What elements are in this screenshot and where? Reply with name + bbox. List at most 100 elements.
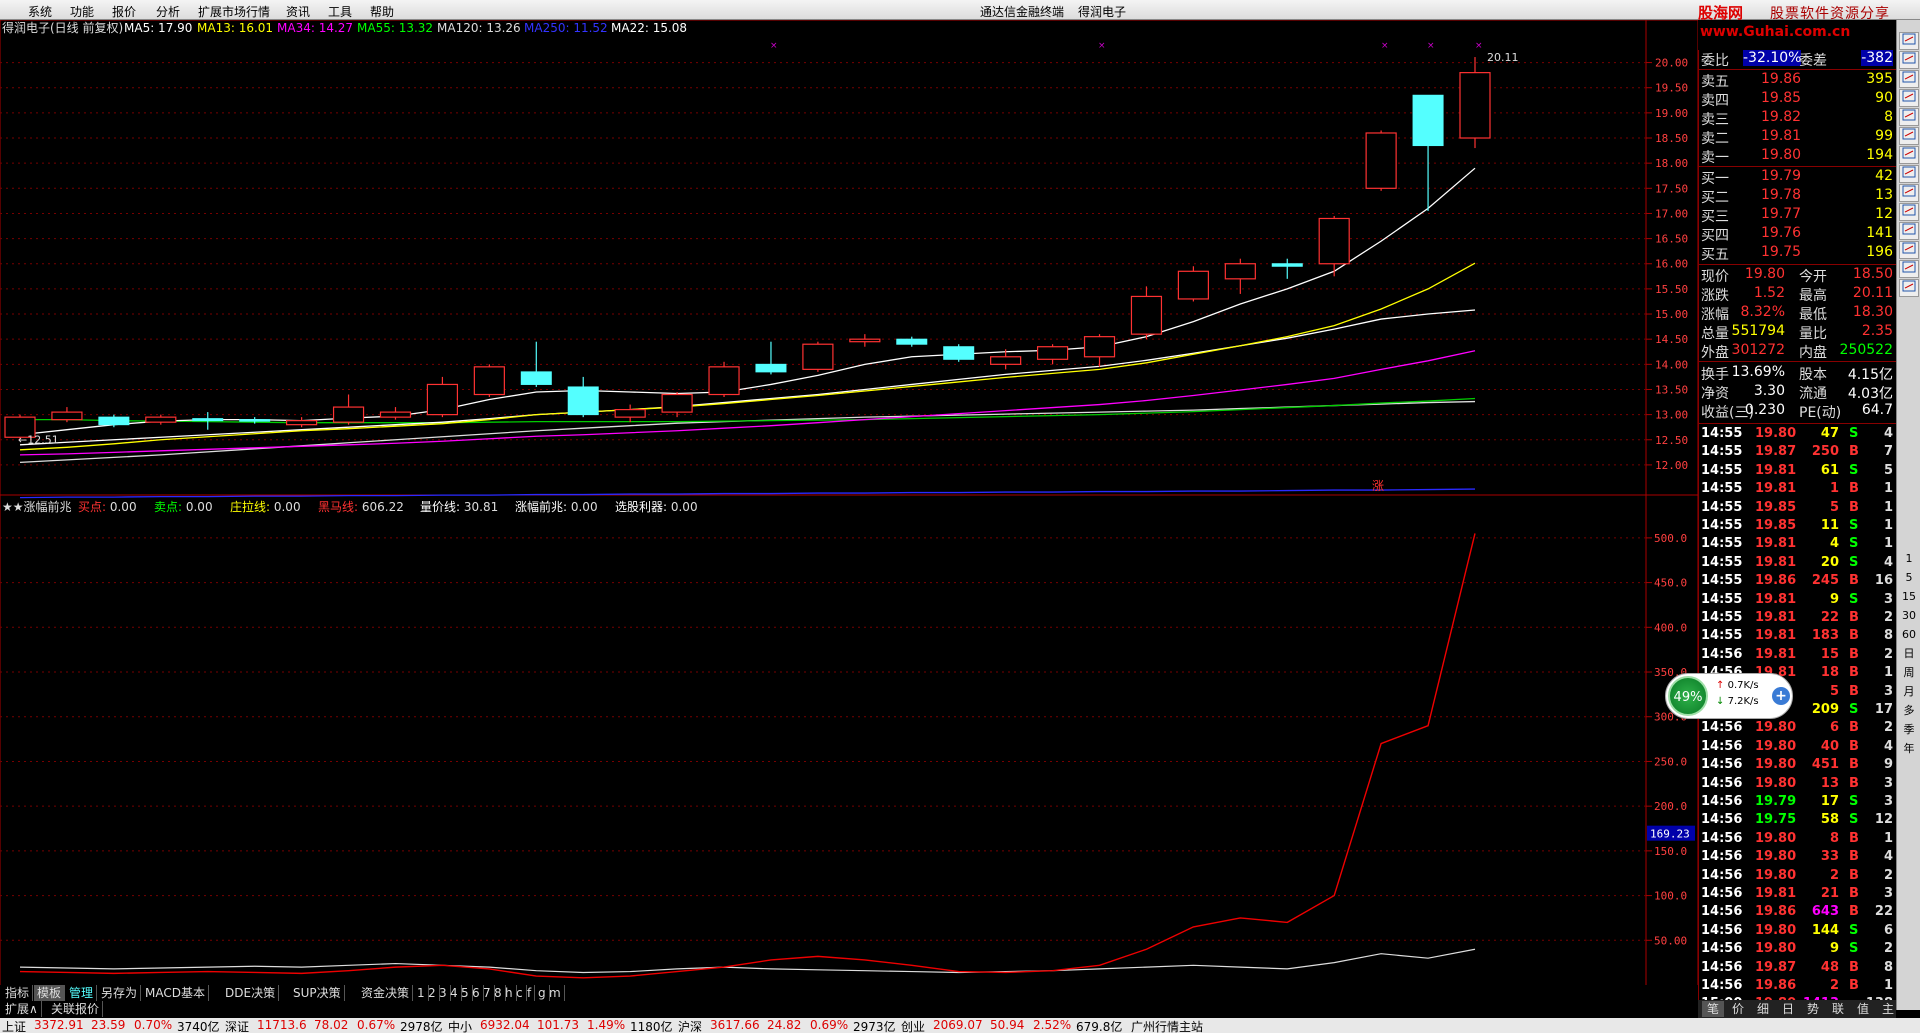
candle[interactable] [708,361,740,398]
candle-body [849,338,881,343]
plus-icon[interactable]: + [1772,687,1790,705]
toolbar-icon-10[interactable] [1899,222,1919,240]
indicator-tab-5[interactable]: DDE决策 [222,985,280,1001]
quote-tab-2[interactable]: 细 [1752,1001,1774,1017]
candle[interactable] [614,404,646,423]
indicator-tab-1[interactable]: 模板 [34,985,66,1001]
toolbar-icon-11[interactable] [1899,241,1919,259]
toolbar-icon-1[interactable] [1899,51,1919,69]
toolbar-icon-3[interactable] [1899,89,1919,107]
candle[interactable] [473,364,505,398]
period-button-日[interactable]: 日 [1899,645,1919,663]
candle[interactable] [943,344,975,362]
candle[interactable] [426,376,459,418]
toolbar-icon-8[interactable] [1899,184,1919,202]
menu-function[interactable]: 功能 [70,3,94,20]
period-button-月[interactable]: 月 [1899,683,1919,701]
candle[interactable] [1365,130,1397,191]
candle[interactable] [802,341,834,372]
extension-tab-0[interactable]: 扩展∧ [2,1001,42,1017]
candle-body [332,406,365,423]
candle[interactable] [1459,57,1491,149]
candle[interactable] [1271,258,1303,279]
ask-label: 卖四 [1701,93,1729,109]
tick-row: 14:55 19.81 61 S 5 [1699,463,1897,481]
period-button-1[interactable]: 1 [1899,550,1919,568]
quote-tab-1[interactable]: 价 [1727,1001,1749,1017]
period-button-季[interactable]: 季 [1899,721,1919,739]
period-button-年[interactable]: 年 [1899,740,1919,758]
chart-area[interactable]: 得润电子(日线 前复权) MA5: 17.90 MA13: 16.01 MA34: 1… [0,19,1699,1032]
indicator-tab-6[interactable]: SUP决策 [290,985,345,1001]
indicator-tab-18[interactable]: f [524,985,536,1001]
indicator-tab-3[interactable]: 另存为 [98,985,142,1001]
indicator-tab-7[interactable]: 资金决策 [358,985,414,1001]
tick-volume: 4 [1829,536,1839,552]
candle-body [943,346,975,360]
bid-volume: 141 [1866,225,1893,241]
site-logo: 股海网 [1698,4,1744,22]
toolbar-icon-0[interactable] [1899,32,1919,50]
toolbar-icon-6[interactable] [1899,146,1919,164]
kline-chart[interactable]: 得润电子(日线 前复权) MA5: 17.90 MA13: 16.01 MA34: 1… [0,19,1699,1032]
indicator-tab-20[interactable]: m [546,985,565,1001]
menu-quote[interactable]: 报价 [112,3,136,20]
indicator-tab-4[interactable]: MACD基本 [142,985,209,1001]
candle[interactable] [567,376,599,418]
candle[interactable] [379,407,412,420]
candle[interactable] [1177,266,1209,302]
menu-tools[interactable]: 工具 [328,3,352,20]
stat-value: 2.35 [1861,323,1893,339]
candle[interactable] [1412,94,1444,211]
candle-body [98,416,130,426]
tick-count: 2 [1883,867,1893,883]
menu-analysis[interactable]: 分析 [156,3,180,20]
candle[interactable] [1036,344,1069,365]
candle-body [896,338,928,345]
period-button-15[interactable]: 15 [1899,588,1919,606]
period-button-5[interactable]: 5 [1899,569,1919,587]
toolbar-icon-13[interactable] [1899,279,1919,297]
quote-tab-3[interactable]: 日 [1777,1001,1799,1017]
network-speed-widget[interactable]: 49% ↑ 0.7K/s ↓ 7.2K/s + [1665,673,1793,719]
ask-row: 卖二 19.81 99 [1699,128,1897,147]
candle[interactable] [192,412,224,430]
candle[interactable] [1130,286,1163,340]
toolbar-icon-9[interactable] [1899,203,1919,221]
candle-body [708,366,740,396]
candle[interactable] [661,391,693,418]
indicator-tab-2[interactable]: 管理 [66,985,98,1001]
candle[interactable] [755,341,787,375]
period-button-周[interactable]: 周 [1899,664,1919,682]
candle[interactable] [332,394,365,425]
candle[interactable] [1318,215,1350,277]
toolbar-icon-2[interactable] [1899,70,1919,88]
tick-count: 1 [1883,665,1893,681]
candle[interactable] [896,336,928,347]
period-button-60[interactable]: 60 [1899,626,1919,644]
menu-system[interactable]: 系统 [28,3,52,20]
toolbar-icon-7[interactable] [1899,165,1919,183]
candle[interactable] [849,334,881,347]
menu-help[interactable]: 帮助 [370,3,394,20]
quote-tab-0[interactable]: 笔 [1702,1001,1724,1017]
candle[interactable] [145,414,177,425]
quote-tab-6[interactable]: 值 [1852,1001,1874,1017]
quote-tab-5[interactable]: 联 [1827,1001,1849,1017]
quote-tab-4[interactable]: 势 [1802,1001,1824,1017]
candle[interactable] [51,407,83,423]
signal-marker-3: × [1427,41,1435,51]
candle[interactable] [1224,258,1256,294]
indicator-tab-0[interactable]: 指标 [2,985,34,1001]
menu-extended-market[interactable]: 扩展市场行情 [198,3,270,20]
extension-tab-1[interactable]: 关联报价 [48,1001,104,1017]
period-button-多[interactable]: 多 [1899,702,1919,720]
candle[interactable] [1083,334,1116,367]
candle[interactable] [286,417,318,428]
toolbar-icon-5[interactable] [1899,127,1919,145]
tick-volume: 643 [1811,904,1839,920]
menu-news[interactable]: 资讯 [286,3,310,20]
toolbar-icon-4[interactable] [1899,108,1919,126]
toolbar-icon-12[interactable] [1899,260,1919,278]
period-button-30[interactable]: 30 [1899,607,1919,625]
